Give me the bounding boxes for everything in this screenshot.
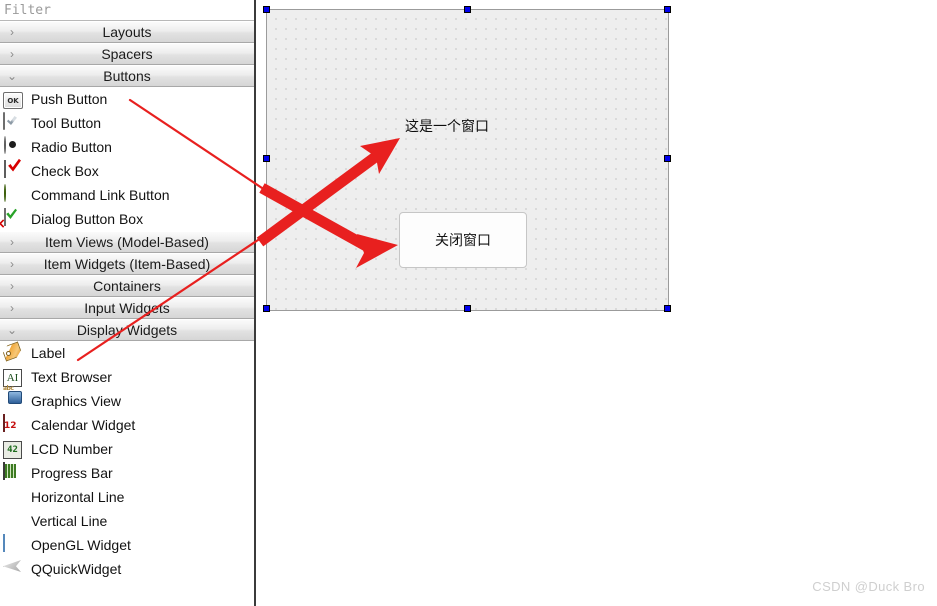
radio-button-icon: [3, 136, 23, 157]
widget-item-check-box[interactable]: Check Box: [0, 159, 254, 183]
category-header-containers[interactable]: › Containers: [0, 275, 254, 297]
widget-item-label: Label: [31, 345, 66, 361]
widget-box-panel: › Layouts › Spacers ⌄ Buttons OK Push Bu…: [0, 0, 256, 606]
calendar-widget-icon: 12: [3, 414, 23, 435]
selection-handle-top-center[interactable]: [463, 6, 471, 13]
widget-item-command-link-button[interactable]: Command Link Button: [0, 183, 254, 207]
category-label: Layouts: [102, 24, 152, 40]
chevron-right-icon: ›: [10, 47, 14, 61]
widget-item-label: Vertical Line: [31, 513, 108, 529]
widget-item-radio-button[interactable]: Radio Button: [0, 135, 254, 159]
widget-item-label: Dialog Button Box: [31, 211, 144, 227]
push-button-icon: OK: [3, 89, 23, 109]
category-header-item-views[interactable]: › Item Views (Model-Based): [0, 231, 254, 253]
widget-item-calendar-widget[interactable]: 12 Calendar Widget: [0, 413, 254, 437]
widget-item-label: QQuickWidget: [31, 561, 122, 577]
horizontal-line-icon: [3, 487, 23, 507]
widget-item-label: Graphics View: [31, 393, 122, 409]
form-label-widget[interactable]: 这是一个窗口: [405, 116, 489, 136]
widget-item-label: OpenGL Widget: [31, 537, 131, 553]
widget-item-label: Progress Bar: [31, 465, 113, 481]
widget-item-label: Text Browser: [31, 369, 112, 385]
widget-item-horizontal-line[interactable]: Horizontal Line: [0, 485, 254, 509]
category-label: Spacers: [101, 46, 153, 62]
category-header-buttons[interactable]: ⌄ Buttons: [0, 65, 254, 87]
widget-item-text-browser[interactable]: AI Text Browser: [0, 365, 254, 389]
widget-item-label: Push Button: [31, 91, 108, 107]
widget-item-label: LCD Number: [31, 441, 113, 457]
widget-item-qquickwidget[interactable]: QQuickWidget: [0, 557, 254, 581]
widget-item-dialog-button-box[interactable]: Dialog Button Box: [0, 207, 254, 231]
category-header-display-widgets[interactable]: ⌄ Display Widgets: [0, 319, 254, 341]
close-window-button[interactable]: 关闭窗口: [399, 212, 527, 268]
widget-item-graphics-view[interactable]: Graphics View: [0, 389, 254, 413]
vertical-line-icon: [3, 511, 23, 531]
command-link-button-icon: [3, 184, 23, 205]
graphics-view-icon: [3, 391, 23, 411]
text-browser-icon: AI: [3, 367, 23, 387]
watermark: CSDN @Duck Bro: [812, 579, 925, 594]
category-header-input-widgets[interactable]: › Input Widgets: [0, 297, 254, 319]
widget-item-progress-bar[interactable]: Progress Bar: [0, 461, 254, 485]
label-icon: [3, 343, 23, 363]
selection-handle-bottom-right[interactable]: [664, 305, 671, 312]
selection-handle-top-left[interactable]: [263, 6, 270, 13]
widget-item-label: Radio Button: [31, 139, 112, 155]
widget-item-vertical-line[interactable]: Vertical Line: [0, 509, 254, 533]
widget-item-lcd-number[interactable]: 42 LCD Number: [0, 437, 254, 461]
category-header-item-widgets[interactable]: › Item Widgets (Item-Based): [0, 253, 254, 275]
progress-bar-icon: [3, 462, 23, 483]
lcd-number-icon: 42: [3, 439, 23, 459]
widget-item-push-button[interactable]: OK Push Button: [0, 87, 254, 111]
tool-button-icon: [3, 112, 23, 133]
widget-item-label: Horizontal Line: [31, 489, 125, 505]
category-label: Item Widgets (Item-Based): [43, 256, 211, 272]
category-label: Containers: [93, 278, 161, 294]
chevron-right-icon: ›: [10, 235, 14, 249]
opengl-widget-icon: [3, 534, 23, 555]
chevron-down-icon: ⌄: [6, 323, 18, 337]
category-header-spacers[interactable]: › Spacers: [0, 43, 254, 65]
category-label: Display Widgets: [76, 322, 178, 338]
widget-item-label: Check Box: [31, 163, 99, 179]
chevron-down-icon: ⌄: [6, 69, 18, 83]
widget-item-opengl-widget[interactable]: OpenGL Widget: [0, 533, 254, 557]
chevron-right-icon: ›: [10, 25, 14, 39]
widget-item-label: Command Link Button: [31, 187, 170, 203]
dialog-button-box-icon: [3, 208, 23, 229]
widget-item-label: Tool Button: [31, 115, 102, 131]
selection-handle-bottom-left[interactable]: [263, 305, 270, 312]
chevron-right-icon: ›: [10, 279, 14, 293]
filter-input[interactable]: [0, 0, 254, 21]
check-box-icon: [3, 160, 23, 181]
selection-handle-middle-right[interactable]: [664, 155, 671, 162]
category-header-layouts[interactable]: › Layouts: [0, 21, 254, 43]
category-label: Item Views (Model-Based): [45, 234, 209, 250]
selection-handle-bottom-center[interactable]: [463, 305, 471, 312]
category-label: Buttons: [103, 68, 151, 84]
chevron-right-icon: ›: [10, 257, 14, 271]
chevron-right-icon: ›: [10, 301, 14, 315]
qquickwidget-icon: [3, 559, 23, 579]
widget-item-label: Calendar Widget: [31, 417, 136, 433]
widget-item-label[interactable]: Label: [0, 341, 254, 365]
selection-handle-top-right[interactable]: [664, 6, 671, 13]
selection-handle-middle-left[interactable]: [263, 155, 270, 162]
widget-item-tool-button[interactable]: Tool Button: [0, 111, 254, 135]
category-label: Input Widgets: [84, 300, 170, 316]
